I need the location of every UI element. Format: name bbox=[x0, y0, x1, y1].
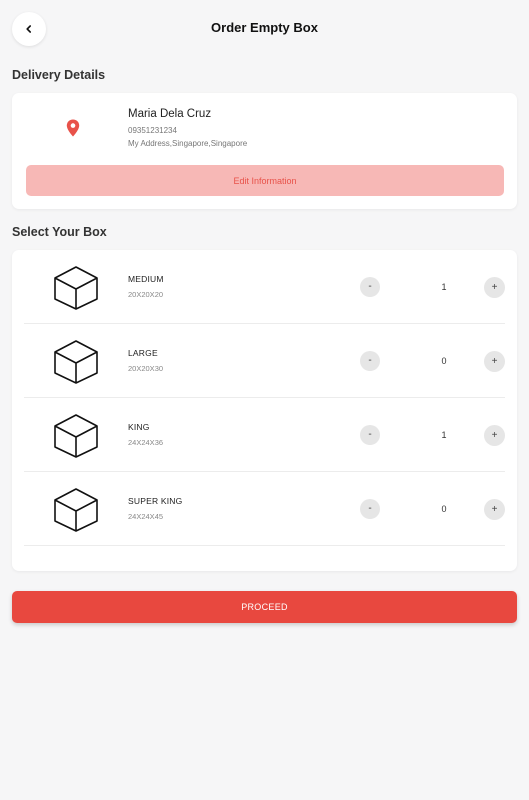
box-dimensions: 24X24X36 bbox=[128, 438, 164, 447]
header: Order Empty Box bbox=[0, 0, 529, 58]
box-row-medium: MEDIUM 20X20X20 - 1 + bbox=[24, 250, 505, 324]
delivery-section-title: Delivery Details bbox=[12, 68, 106, 82]
box-dimensions: 24X24X45 bbox=[128, 512, 164, 521]
cube-icon bbox=[54, 488, 98, 532]
contact-name: Maria Dela Cruz bbox=[128, 108, 212, 120]
box-row-large: LARGE 20X20X30 - 0 + bbox=[24, 324, 505, 398]
box-name: LARGE bbox=[128, 348, 158, 358]
decrease-button[interactable]: - bbox=[360, 499, 380, 519]
proceed-button[interactable]: PROCEED bbox=[12, 591, 517, 623]
box-selection-card: MEDIUM 20X20X20 - 1 + LARGE 20X20X30 - 0… bbox=[12, 250, 517, 571]
box-name: SUPER KING bbox=[128, 496, 183, 506]
box-name: MEDIUM bbox=[128, 274, 164, 284]
decrease-button[interactable]: - bbox=[360, 351, 380, 371]
increase-button[interactable]: + bbox=[484, 277, 505, 298]
box-dimensions: 20X20X30 bbox=[128, 364, 164, 373]
increase-button[interactable]: + bbox=[484, 425, 505, 446]
box-dimensions: 20X20X20 bbox=[128, 290, 164, 299]
contact-address: My Address,Singapore,Singapore bbox=[128, 139, 248, 148]
box-name: KING bbox=[128, 422, 150, 432]
decrease-button[interactable]: - bbox=[360, 425, 380, 445]
quantity-value: 0 bbox=[441, 356, 447, 366]
box-row-super-king: SUPER KING 24X24X45 - 0 + bbox=[24, 472, 505, 546]
page-title: Order Empty Box bbox=[211, 20, 318, 35]
location-pin-icon bbox=[66, 119, 80, 137]
box-row-king: KING 24X24X36 - 1 + bbox=[24, 398, 505, 472]
quantity-value: 1 bbox=[441, 282, 447, 292]
increase-button[interactable]: + bbox=[484, 351, 505, 372]
quantity-value: 0 bbox=[441, 504, 447, 514]
quantity-value: 1 bbox=[441, 430, 447, 440]
contact-phone: 09351231234 bbox=[128, 126, 177, 135]
cube-icon bbox=[54, 340, 98, 384]
box-section-title: Select Your Box bbox=[12, 225, 107, 239]
delivery-card: Maria Dela Cruz 09351231234 My Address,S… bbox=[12, 93, 517, 209]
increase-button[interactable]: + bbox=[484, 499, 505, 520]
edit-information-button[interactable]: Edit Information bbox=[26, 165, 504, 196]
cube-icon bbox=[54, 266, 98, 310]
decrease-button[interactable]: - bbox=[360, 277, 380, 297]
cube-icon bbox=[54, 414, 98, 458]
